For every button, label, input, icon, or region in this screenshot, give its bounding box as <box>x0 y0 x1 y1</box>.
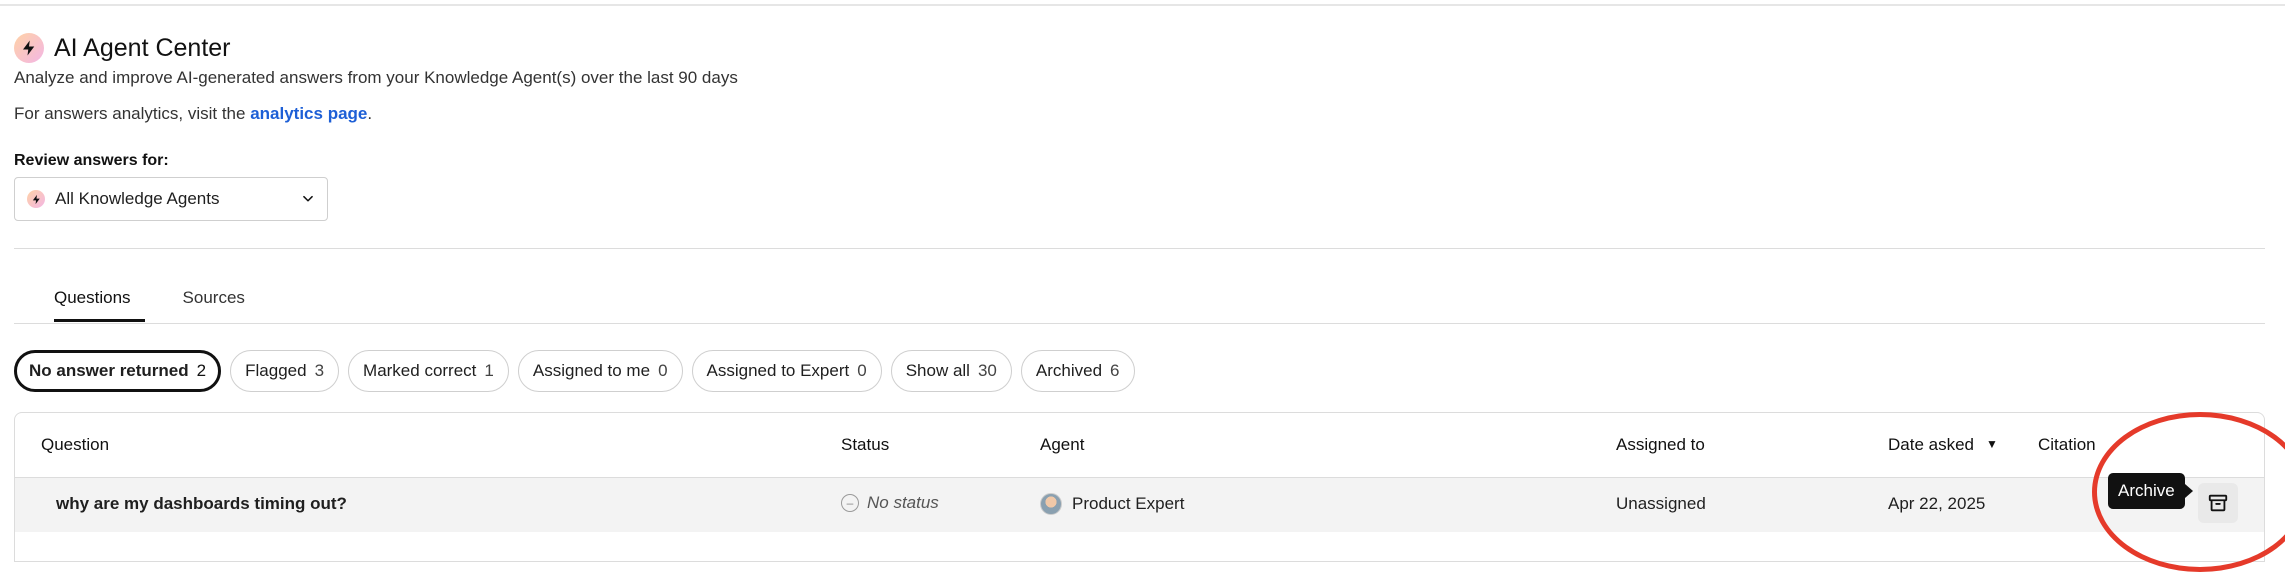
table-header: Question Status Agent Assigned to Date a… <box>15 413 2264 478</box>
agent-select-dropdown[interactable]: All Knowledge Agents <box>14 177 328 221</box>
agent-select-value: All Knowledge Agents <box>55 189 220 208</box>
date-asked-cell: Apr 22, 2025 <box>1888 494 1986 513</box>
filter-label: Assigned to Expert <box>706 361 850 380</box>
filter-count: 3 <box>314 361 325 380</box>
filter-label: No answer returned <box>29 361 189 380</box>
archive-box-icon <box>2208 494 2228 512</box>
filter-chips: No answer returned 2 Flagged 3 Marked co… <box>14 350 1135 392</box>
status-text: No status <box>867 493 939 512</box>
lightning-bolt-icon <box>14 33 44 63</box>
filter-count: 6 <box>1110 361 1120 380</box>
analytics-prefix: For answers analytics, visit the <box>14 104 251 123</box>
filter-assigned-to-me[interactable]: Assigned to me 0 <box>517 350 683 392</box>
agent-name: Product Expert <box>1072 494 1185 513</box>
page-subtitle: Analyze and improve AI-generated answers… <box>14 68 738 87</box>
filter-label: Flagged <box>245 361 307 380</box>
section-divider <box>14 248 2265 249</box>
top-divider <box>0 4 2285 6</box>
page-title: AI Agent Center <box>54 33 231 62</box>
analytics-page-link[interactable]: analytics page <box>250 104 367 123</box>
filter-label: Marked correct <box>363 361 477 380</box>
filter-marked-correct[interactable]: Marked correct 1 <box>348 350 509 392</box>
column-header-citation[interactable]: Citation <box>2038 435 2096 455</box>
review-answers-label: Review answers for: <box>14 152 169 169</box>
tab-bar: Questions Sources <box>40 280 259 322</box>
agent-avatar <box>1040 493 1062 515</box>
filter-archived[interactable]: Archived 6 <box>1020 350 1135 392</box>
archive-tooltip: Archive <box>2108 473 2193 509</box>
filter-show-all[interactable]: Show all 30 <box>890 350 1012 392</box>
assigned-to-cell: Unassigned <box>1616 494 1706 513</box>
filter-assigned-to-expert[interactable]: Assigned to Expert 0 <box>691 350 882 392</box>
filter-count: 2 <box>196 361 207 380</box>
filter-count: 30 <box>977 361 997 380</box>
questions-table: Question Status Agent Assigned to Date a… <box>14 412 2265 562</box>
filter-label: Archived <box>1035 361 1103 380</box>
caret-down-icon: ▼ <box>1986 437 1998 451</box>
tab-sources[interactable]: Sources <box>169 280 259 320</box>
column-header-agent[interactable]: Agent <box>1040 435 1084 455</box>
agent-cell: Product Expert <box>1040 493 1184 515</box>
lightning-bolt-icon <box>27 190 45 208</box>
filter-flagged[interactable]: Flagged 3 <box>230 350 340 392</box>
column-header-date-asked-label: Date asked <box>1888 435 1974 454</box>
filter-label: Show all <box>905 361 970 380</box>
column-header-status[interactable]: Status <box>841 435 889 455</box>
analytics-note: For answers analytics, visit the analyti… <box>14 104 372 124</box>
column-header-assigned-to[interactable]: Assigned to <box>1616 435 1705 455</box>
minus-circle-icon: – <box>841 494 859 512</box>
chevron-down-icon <box>301 192 315 206</box>
tabs-divider <box>14 323 2265 324</box>
filter-no-answer-returned[interactable]: No answer returned 2 <box>14 350 222 392</box>
question-cell[interactable]: why are my dashboards timing out? <box>56 494 347 514</box>
status-cell: – No status <box>841 493 939 513</box>
analytics-suffix: . <box>367 104 373 123</box>
column-header-question[interactable]: Question <box>41 435 109 455</box>
table-row[interactable]: why are my dashboards timing out? – No s… <box>15 478 2264 532</box>
filter-label: Assigned to me <box>532 361 651 380</box>
filter-count: 1 <box>484 361 494 380</box>
tab-questions[interactable]: Questions <box>40 280 145 322</box>
filter-count: 0 <box>658 361 668 380</box>
column-header-date-asked[interactable]: Date asked ▼ <box>1888 435 1998 455</box>
filter-count: 0 <box>857 361 867 380</box>
page-header: AI Agent Center <box>14 33 231 63</box>
archive-button[interactable] <box>2198 483 2238 523</box>
